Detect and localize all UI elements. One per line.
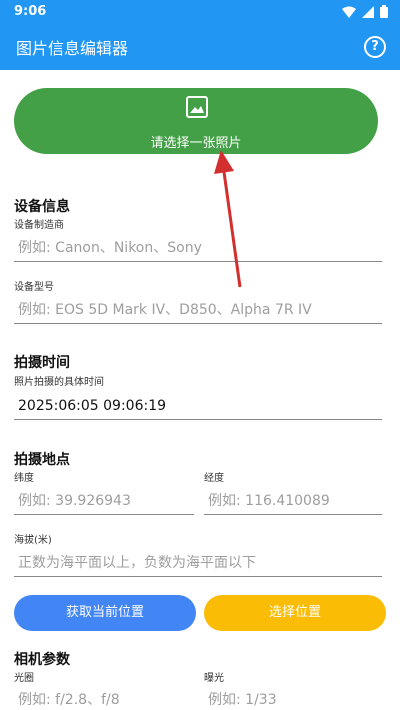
altitude-label: 海拔(米)	[14, 535, 52, 546]
maker-field[interactable]: 例如: Canon、Nikon、Sony	[14, 236, 382, 262]
model-label: 设备型号	[14, 282, 54, 293]
time-section-title: 拍摄时间	[14, 355, 70, 371]
time-label: 照片拍摄的具体时间	[14, 377, 104, 388]
pick-photo-label: 请选择一张照片	[150, 136, 242, 151]
arrow-shaft	[222, 171, 242, 288]
app-bar: 图片信息编辑器 ?	[0, 24, 400, 70]
altitude-field[interactable]: 正数为海平面以上，负数为海平面以下	[14, 551, 382, 577]
get-current-location-button[interactable]: 获取当前位置	[14, 595, 196, 631]
pick-photo-button[interactable]: 请选择一张照片	[14, 88, 378, 154]
device-section-title: 设备信息	[14, 199, 70, 215]
time-field[interactable]: 2025:06:05 09:06:19	[14, 394, 382, 420]
status-time: 9:06	[14, 4, 47, 19]
signal-icon	[362, 5, 374, 18]
camera-section-title: 相机参数	[14, 652, 70, 668]
exposure-field[interactable]: 例如: 1/33	[204, 688, 382, 710]
aperture-field[interactable]: 例如: f/2.8、f/8	[14, 688, 194, 710]
image-icon	[186, 96, 208, 118]
choose-location-button[interactable]: 选择位置	[204, 595, 386, 631]
maker-label: 设备制造商	[14, 220, 64, 231]
status-icons	[342, 5, 388, 18]
latitude-label: 纬度	[14, 473, 34, 484]
model-field[interactable]: 例如: EOS 5D Mark IV、D850、Alpha 7R IV	[14, 298, 382, 324]
status-bar: 9:06	[0, 0, 400, 24]
aperture-label: 光圈	[14, 673, 34, 684]
latitude-field[interactable]: 例如: 39.926943	[14, 489, 194, 515]
location-section-title: 拍摄地点	[14, 452, 70, 468]
exposure-label: 曝光	[204, 673, 224, 684]
help-icon[interactable]: ?	[364, 36, 386, 58]
battery-icon	[380, 5, 388, 18]
app-title: 图片信息编辑器	[16, 39, 129, 58]
wifi-icon	[342, 6, 356, 18]
longitude-field[interactable]: 例如: 116.410089	[204, 489, 382, 515]
longitude-label: 经度	[204, 473, 224, 484]
